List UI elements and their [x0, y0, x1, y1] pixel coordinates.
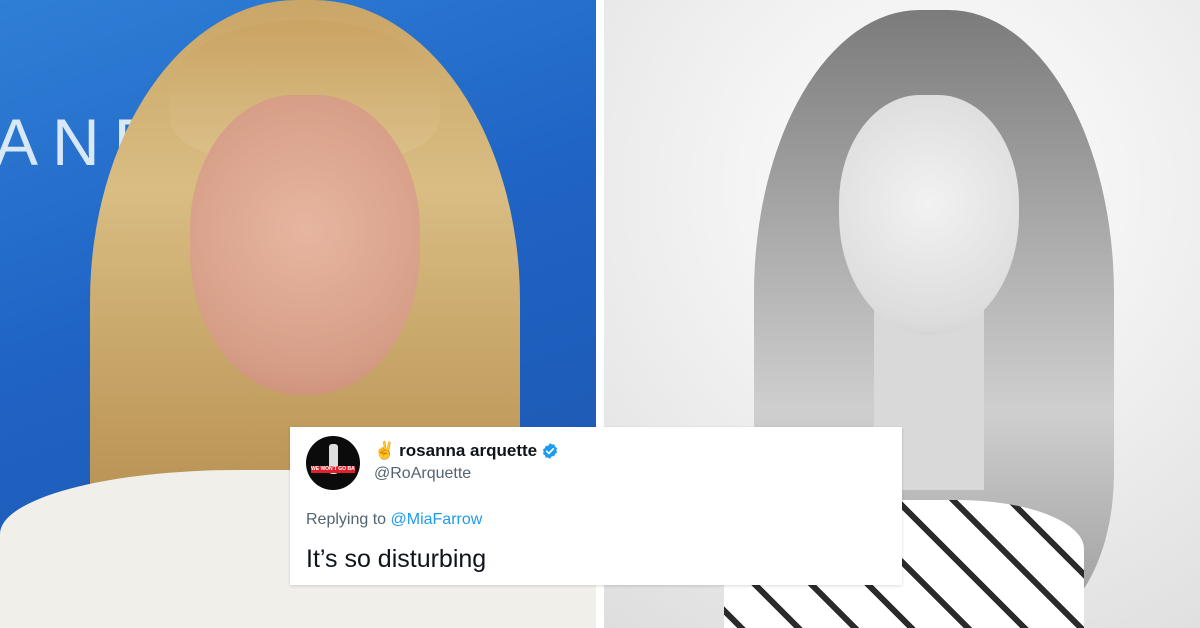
verified-badge-icon — [543, 443, 558, 459]
left-portrait-face — [190, 95, 420, 395]
right-portrait-face — [839, 95, 1019, 335]
peace-hand-icon: ✌ — [374, 441, 396, 460]
replying-to-label: Replying to — [306, 511, 387, 528]
author-name[interactable]: rosanna arquette — [399, 441, 537, 461]
profile-avatar[interactable]: WE WON'T GO BACK — [306, 436, 360, 490]
author-handle[interactable]: @RoArquette — [374, 465, 471, 483]
author-line[interactable]: ✌ rosanna arquette — [374, 441, 559, 461]
avatar-banner-text: WE WON'T GO BACK — [311, 466, 355, 472]
tweet-text: It’s so disturbing — [306, 545, 487, 573]
tweet-card[interactable]: WE WON'T GO BACK ✌ rosanna arquette @RoA… — [290, 427, 902, 585]
mention-link[interactable]: @MiaFarrow — [391, 511, 483, 528]
replying-to-line: Replying to @MiaFarrow — [306, 511, 482, 529]
